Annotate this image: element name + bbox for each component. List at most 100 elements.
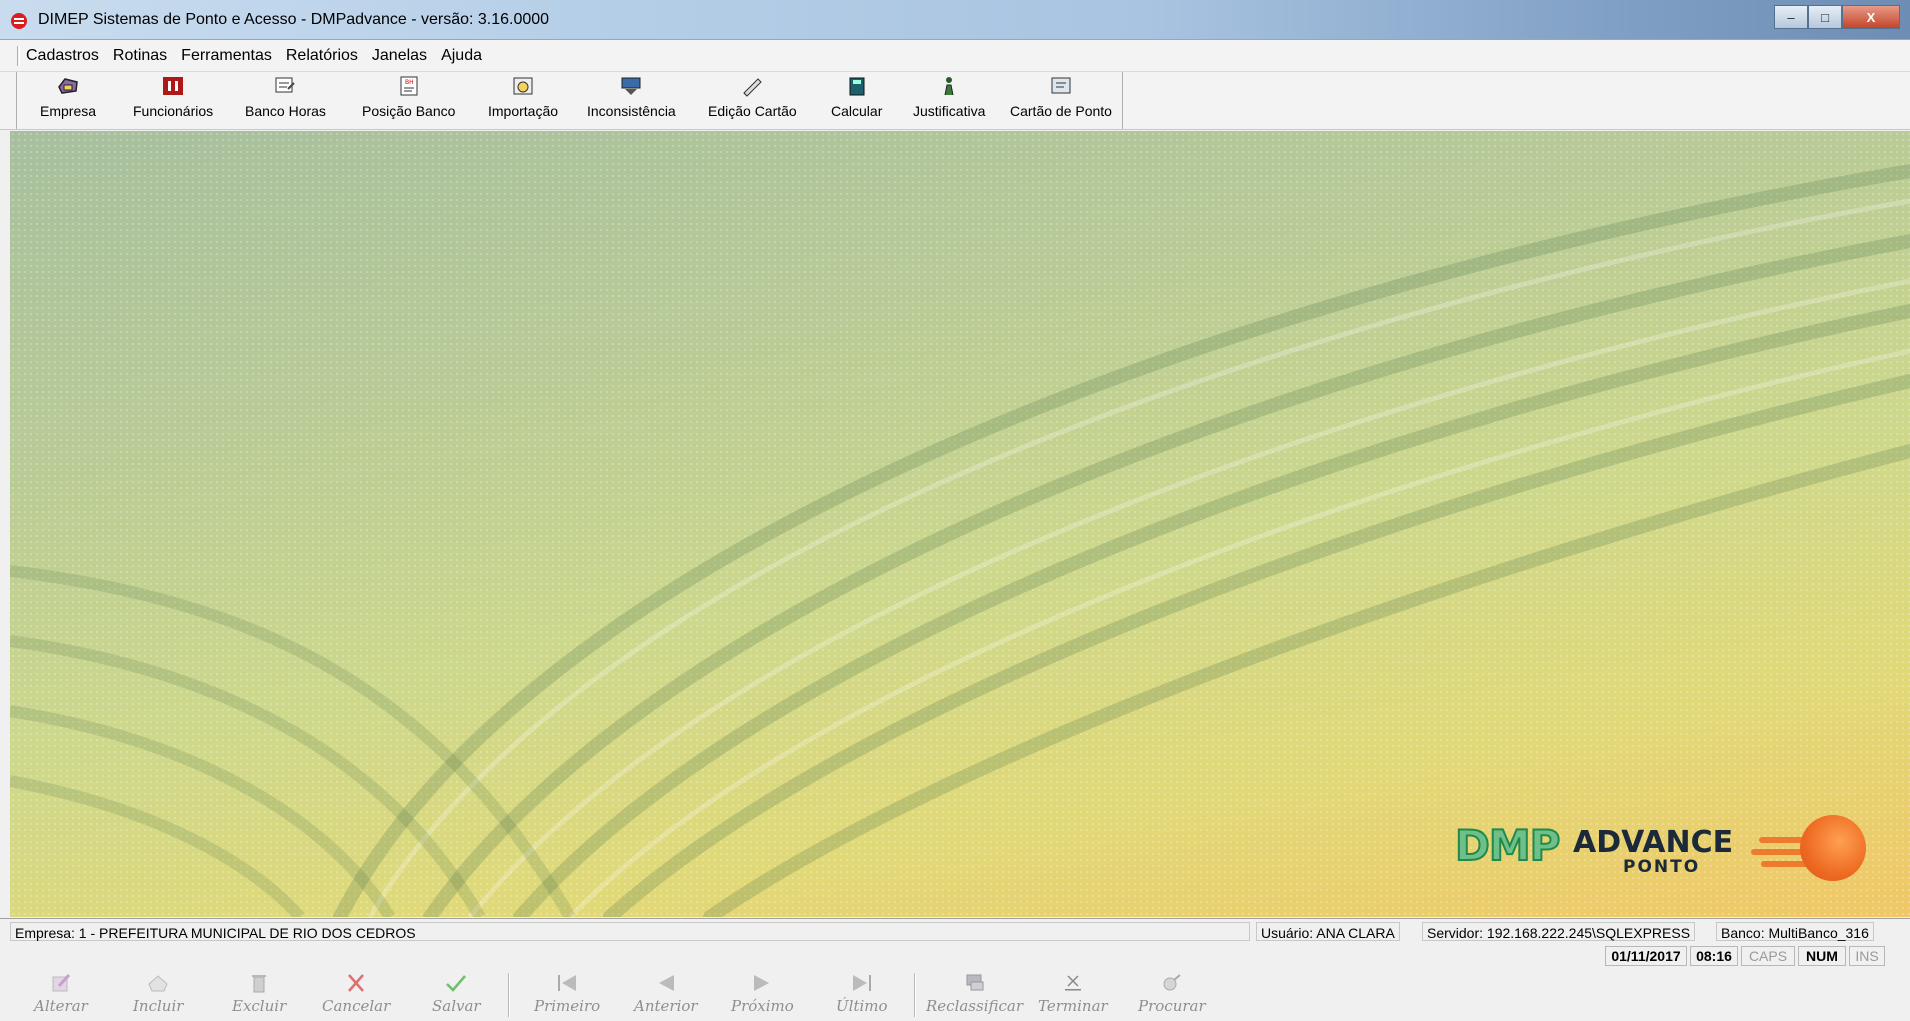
toolbar-funcionarios-button[interactable]: Funcionários xyxy=(133,74,213,126)
salvar-button[interactable]: Salvar xyxy=(432,971,481,1015)
primeiro-button[interactable]: Primeiro xyxy=(534,971,600,1015)
minimize-button[interactable]: – xyxy=(1774,5,1808,29)
app-icon xyxy=(11,13,27,29)
toolbar-label: Posição Banco xyxy=(362,103,456,119)
menu-rotinas[interactable]: Rotinas xyxy=(113,47,167,65)
building-icon xyxy=(55,74,81,98)
procurar-button[interactable]: Procurar xyxy=(1138,971,1206,1015)
toolbar-importacao-button[interactable]: Importação xyxy=(488,74,558,126)
bank-position-icon: BH xyxy=(396,74,422,98)
status-time: 08:16 xyxy=(1690,946,1738,966)
finish-icon xyxy=(1061,971,1085,995)
menu-grip xyxy=(17,46,20,66)
nav-label: Anterior xyxy=(634,997,698,1015)
inconsistency-icon xyxy=(618,74,644,98)
status-date: 01/11/2017 xyxy=(1605,946,1687,966)
toolbar-label: Empresa xyxy=(40,103,97,119)
dmpadvance-logo: DMP ADVANCE PONTO xyxy=(1443,811,1873,891)
nav-label: Procurar xyxy=(1138,997,1206,1015)
alterar-button[interactable]: Alterar xyxy=(34,971,88,1015)
first-icon xyxy=(555,971,579,995)
nav-separator xyxy=(914,973,916,1017)
edit-icon xyxy=(49,971,73,995)
menu-cadastros[interactable]: Cadastros xyxy=(26,47,99,65)
maximize-button[interactable]: □ xyxy=(1808,5,1842,29)
toolbar-label: Funcionários xyxy=(133,103,214,119)
nav-label: Incluir xyxy=(133,997,184,1015)
toolbar-label: Edição Cartão xyxy=(708,103,797,119)
record-navigation-bar: Alterar Incluir Excluir Cancelar Salvar … xyxy=(0,969,1910,1021)
window-controls: – □ X xyxy=(1774,5,1900,29)
nav-label: Cancelar xyxy=(322,997,391,1015)
reclassify-icon xyxy=(963,971,987,995)
background-curves xyxy=(10,164,1910,917)
nav-label: Reclassificar xyxy=(926,997,1024,1015)
toolbar-cartao-ponto-button[interactable]: Cartão de Ponto xyxy=(1010,74,1112,126)
menu-ajuda[interactable]: Ajuda xyxy=(441,47,482,65)
toolbar-calcular-button[interactable]: Calcular xyxy=(831,74,882,126)
status-ins: INS xyxy=(1849,946,1885,966)
add-icon xyxy=(146,971,170,995)
last-icon xyxy=(850,971,874,995)
svg-text:BH: BH xyxy=(405,79,414,86)
logo-orange-ball xyxy=(1800,815,1866,881)
employees-icon xyxy=(160,74,186,98)
terminar-button[interactable]: Terminar xyxy=(1038,971,1108,1015)
nav-label: Último xyxy=(836,997,888,1015)
proximo-button[interactable]: Próximo xyxy=(731,971,794,1015)
card-edit-icon xyxy=(739,74,765,98)
toolbar-banco-horas-button[interactable]: Banco Horas xyxy=(245,74,326,126)
check-icon xyxy=(444,971,468,995)
menu-ferramentas[interactable]: Ferramentas xyxy=(181,47,272,65)
title-bar: DIMEP Sistemas de Ponto e Acesso - DMPad… xyxy=(0,0,1910,40)
search-icon xyxy=(1160,971,1184,995)
cancel-icon xyxy=(344,971,368,995)
timecard-icon xyxy=(1048,74,1074,98)
toolbar: Empresa Funcionários Banco Horas BH Posi… xyxy=(0,72,1910,130)
trash-icon xyxy=(247,971,271,995)
logo-dmp-text: DMP xyxy=(1454,820,1561,871)
excluir-button[interactable]: Excluir xyxy=(232,971,286,1015)
toolbar-inconsistencia-button[interactable]: Inconsistência xyxy=(587,74,676,126)
nav-separator xyxy=(508,973,510,1017)
logo-advance-text: ADVANCE xyxy=(1573,825,1734,860)
status-usuario: Usuário: ANA CLARA xyxy=(1256,922,1400,941)
hours-bank-icon xyxy=(272,74,298,98)
menu-bar: Cadastros Rotinas Ferramentas Relatórios… xyxy=(0,40,1910,72)
incluir-button[interactable]: Incluir xyxy=(133,971,183,1015)
menu-relatorios[interactable]: Relatórios xyxy=(286,47,358,65)
toolbar-label: Calcular xyxy=(831,103,883,119)
status-indicators: 01/11/2017 08:16 CAPS NUM INS xyxy=(0,942,1910,970)
toolbar-label: Inconsistência xyxy=(587,103,676,119)
window-title: DIMEP Sistemas de Ponto e Acesso - DMPad… xyxy=(38,11,550,28)
close-button[interactable]: X xyxy=(1842,5,1900,29)
main-workspace: DMP ADVANCE PONTO xyxy=(10,131,1910,917)
justification-icon xyxy=(936,74,962,98)
cancelar-button[interactable]: Cancelar xyxy=(322,971,390,1015)
nav-label: Salvar xyxy=(432,997,481,1015)
anterior-button[interactable]: Anterior xyxy=(634,971,698,1015)
nav-label: Excluir xyxy=(232,997,287,1015)
toolbar-empresa-button[interactable]: Empresa xyxy=(40,74,96,126)
status-caps: CAPS xyxy=(1741,946,1795,966)
status-num: NUM xyxy=(1798,946,1846,966)
nav-label: Terminar xyxy=(1038,997,1108,1015)
toolbar-label: Importação xyxy=(488,103,559,119)
menu-janelas[interactable]: Janelas xyxy=(372,47,427,65)
status-servidor: Servidor: 192.168.222.245\SQLEXPRESS xyxy=(1422,922,1696,941)
nav-label: Alterar xyxy=(34,997,88,1015)
toolbar-justificativa-button[interactable]: Justificativa xyxy=(913,74,985,126)
import-icon xyxy=(510,74,536,98)
nav-label: Primeiro xyxy=(534,997,601,1015)
next-icon xyxy=(750,971,774,995)
calculator-icon xyxy=(844,74,870,98)
previous-icon xyxy=(654,971,678,995)
status-empresa: Empresa: 1 - PREFEITURA MUNICIPAL DE RIO… xyxy=(10,922,1250,941)
ultimo-button[interactable]: Último xyxy=(836,971,888,1015)
reclassificar-button[interactable]: Reclassificar xyxy=(926,971,1023,1015)
status-banco: Banco: MultiBanco_316 xyxy=(1716,922,1874,941)
menu: Cadastros Rotinas Ferramentas Relatórios… xyxy=(26,47,482,65)
toolbar-posicao-banco-button[interactable]: BH Posição Banco xyxy=(362,74,455,126)
nav-label: Próximo xyxy=(731,997,794,1015)
toolbar-edicao-cartao-button[interactable]: Edição Cartão xyxy=(708,74,797,126)
